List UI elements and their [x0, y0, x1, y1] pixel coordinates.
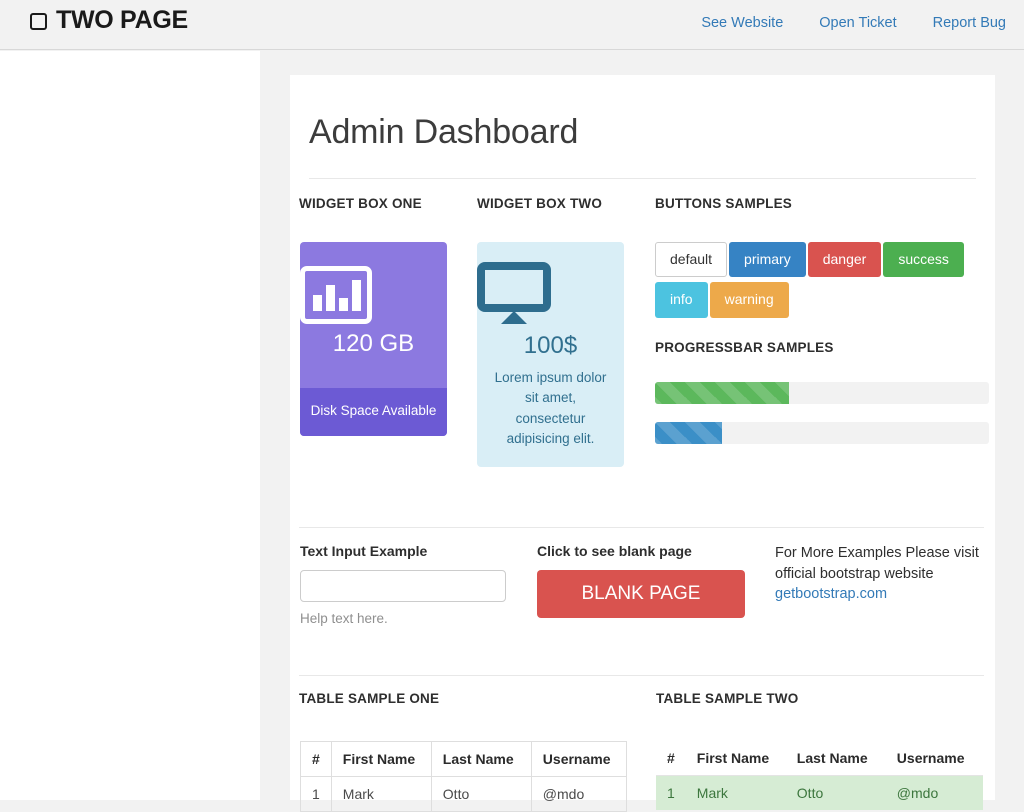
- progress-track-info: [655, 422, 989, 444]
- cell-lastname: Otto: [430, 776, 532, 812]
- navbar-links: See Website Open Ticket Report Bug: [701, 15, 1006, 31]
- cell-username: @mdo: [530, 776, 628, 812]
- button-primary[interactable]: primary: [729, 242, 806, 278]
- button-info[interactable]: info: [655, 282, 708, 318]
- desktop-monitor-icon: [477, 262, 624, 324]
- more-examples-column: For More Examples Please visit official …: [775, 543, 983, 605]
- cell-username: @mdo: [885, 775, 983, 810]
- table-sample-one: # First Name Last Name Username 1 Mark O…: [300, 741, 628, 812]
- column-header-username: Username: [530, 741, 628, 777]
- more-examples-sentence: For More Examples Please visit official …: [775, 545, 979, 582]
- buttons-samples-group: default primary danger success info warning: [655, 242, 989, 323]
- table-row: 1 Mark Otto @mdo: [656, 775, 983, 810]
- brand-logo-link[interactable]: TWO PAGE: [30, 8, 188, 33]
- top-navbar: TWO PAGE See Website Open Ticket Report …: [0, 0, 1024, 50]
- button-success[interactable]: success: [883, 242, 964, 278]
- widget-two-text: Lorem ipsum dolor sit amet, consectetur …: [494, 370, 607, 446]
- nav-link-see-website[interactable]: See Website: [701, 15, 783, 31]
- progressbar-samples-label: PROGRESSBAR SAMPLES: [655, 340, 834, 355]
- progress-bar-info: [655, 422, 722, 444]
- bar-chart-icon: [300, 266, 447, 324]
- column-header-firstname: First Name: [330, 741, 432, 777]
- input-help-text: Help text here.: [300, 611, 388, 626]
- column-header-lastname: Last Name: [430, 741, 532, 777]
- brand-label: TWO PAGE: [56, 6, 188, 34]
- column-header-username: Username: [885, 741, 983, 776]
- text-input-column: Text Input Example Help text here.: [300, 543, 508, 626]
- progressbar-samples-group: PROGRESSBAR SAMPLES: [655, 340, 989, 462]
- widget-one-value: 120 GB: [332, 330, 415, 357]
- getbootstrap-link[interactable]: getbootstrap.com: [775, 586, 887, 602]
- table-two-label: TABLE SAMPLE TWO: [656, 691, 799, 706]
- column-header-lastname: Last Name: [785, 741, 886, 776]
- more-examples-text: For More Examples Please visit official …: [775, 543, 983, 605]
- nav-link-open-ticket[interactable]: Open Ticket: [819, 15, 896, 31]
- widget-one-label: WIDGET BOX ONE: [299, 196, 422, 211]
- cell-firstname: Mark: [330, 776, 432, 812]
- column-header-index: #: [300, 741, 332, 777]
- table-row: 1 Mark Otto @mdo: [300, 776, 628, 812]
- search-input[interactable]: [300, 570, 506, 602]
- table-header-row: # First Name Last Name Username: [300, 741, 628, 777]
- blank-page-column: Click to see blank page BLANK PAGE: [537, 543, 745, 618]
- widget-box-one[interactable]: 120 GB Disk Space Available: [300, 242, 447, 437]
- nav-link-report-bug[interactable]: Report Bug: [933, 15, 1006, 31]
- button-warning[interactable]: warning: [709, 282, 789, 318]
- title-divider: [309, 178, 976, 179]
- widget-one-footer: Disk Space Available: [300, 388, 447, 437]
- blank-page-button[interactable]: BLANK PAGE: [537, 570, 745, 618]
- cell-lastname: Otto: [785, 775, 886, 810]
- left-sidebar: [0, 51, 260, 800]
- column-header-index: #: [656, 741, 686, 776]
- cell-index: 1: [300, 776, 332, 812]
- widget-two-label: WIDGET BOX TWO: [477, 196, 603, 211]
- section-divider-two: [299, 675, 984, 676]
- section-divider-one: [299, 527, 984, 528]
- cell-index: 1: [656, 775, 686, 810]
- widget-two-value: 100$: [523, 332, 578, 359]
- table-one-label: TABLE SAMPLE ONE: [299, 691, 440, 706]
- text-input-label: Text Input Example: [300, 543, 428, 559]
- widget-box-two[interactable]: 100$ Lorem ipsum dolor sit amet, consect…: [477, 242, 624, 467]
- progress-track-success: [655, 382, 989, 404]
- table-header-row: # First Name Last Name Username: [656, 741, 983, 776]
- rounded-square-icon: [30, 12, 47, 30]
- buttons-samples-label: BUTTONS SAMPLES: [655, 196, 793, 211]
- button-default[interactable]: default: [655, 242, 728, 278]
- button-danger[interactable]: danger: [807, 242, 882, 278]
- column-header-firstname: First Name: [685, 741, 786, 776]
- page-title: Admin Dashboard: [309, 113, 579, 151]
- cell-firstname: Mark: [685, 775, 786, 810]
- progress-bar-success: [655, 382, 789, 404]
- widget-one-body: 120 GB: [300, 242, 447, 388]
- blank-page-label: Click to see blank page: [537, 543, 692, 559]
